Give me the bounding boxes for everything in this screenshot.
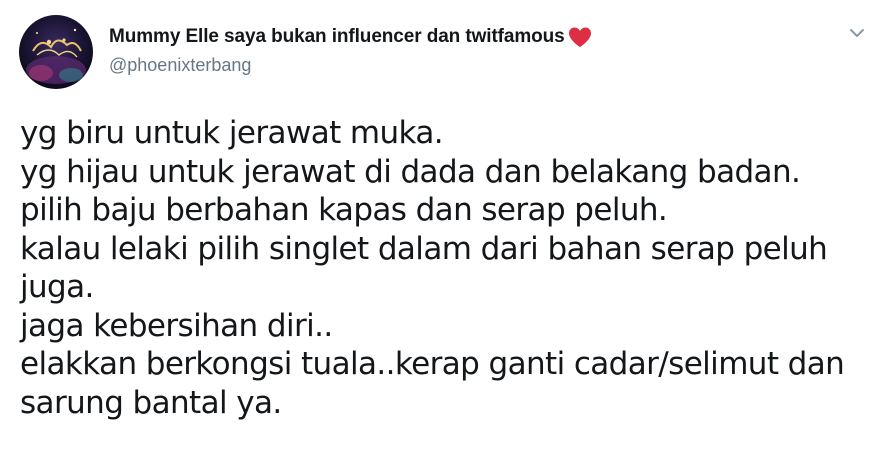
- heart-icon: [568, 27, 591, 47]
- tweet-text: yg biru untuk jerawat muka. yg hijau unt…: [20, 114, 880, 422]
- tweet-text-line: sarung bantal ya.: [20, 384, 282, 421]
- avatar[interactable]: [19, 15, 93, 89]
- tweet-card: Mummy Elle saya bukan influencer dan twi…: [0, 0, 885, 472]
- tweet-text-line: pilih baju berbahan kapas dan serap pelu…: [20, 192, 668, 228]
- tweet-text-line: kalau lelaki pilih singlet dalam dari ba…: [20, 230, 828, 267]
- chevron-down-icon[interactable]: [846, 24, 868, 42]
- tweet-text-line: elakkan berkongsi tuala..kerap ganti cad…: [20, 346, 845, 382]
- display-name[interactable]: Mummy Elle saya bukan influencer dan twi…: [109, 26, 565, 48]
- tweet-text-line: juga.: [20, 269, 94, 305]
- tweet-text-line: yg hijau untuk jerawat di dada dan belak…: [20, 153, 801, 190]
- display-name-row[interactable]: Mummy Elle saya bukan influencer dan twi…: [109, 25, 593, 49]
- tweet-text-line: jaga kebersihan diri..: [20, 307, 333, 344]
- author-handle[interactable]: @phoenixterbang: [109, 55, 251, 76]
- tweet-text-line: yg biru untuk jerawat muka.: [20, 115, 444, 151]
